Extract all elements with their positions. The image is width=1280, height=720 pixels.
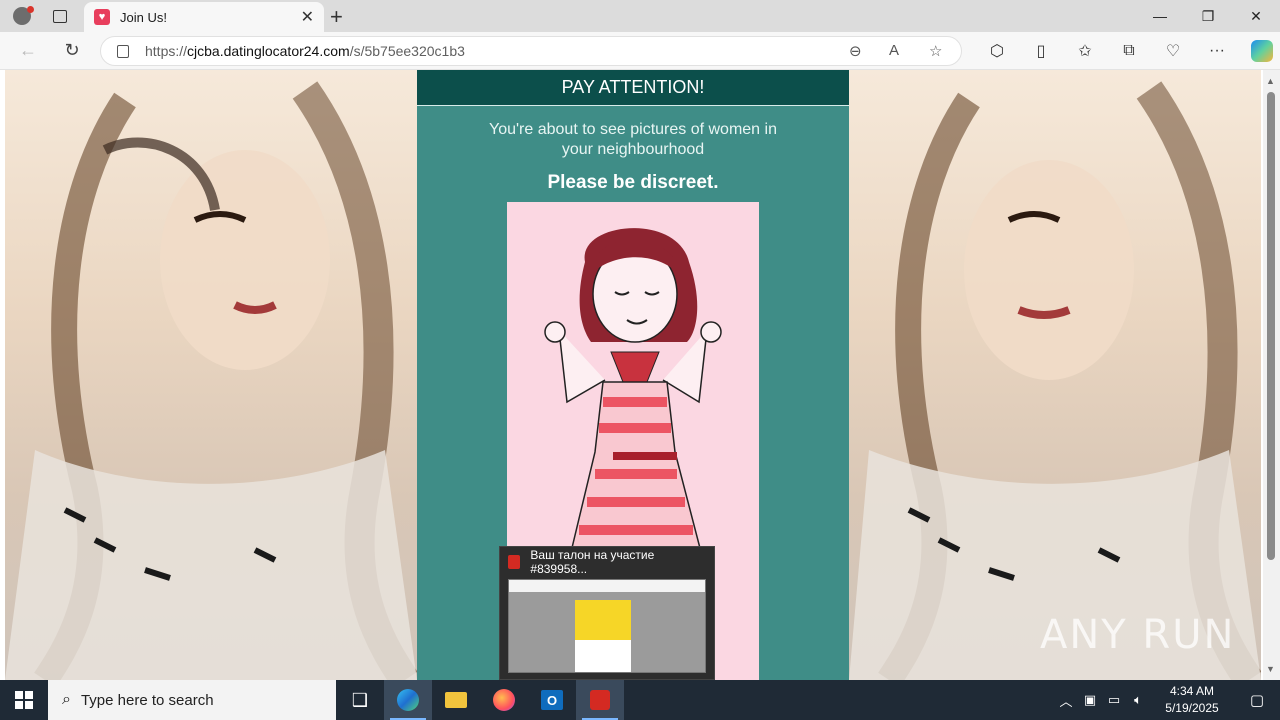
pdf-preview-thumbnail[interactable] (508, 579, 706, 673)
display-icon[interactable]: ▭ (1102, 692, 1126, 708)
page-scrollbar[interactable]: ▲ ▼ (1263, 70, 1280, 680)
outlook-icon[interactable]: O (528, 680, 576, 720)
extensions-icon[interactable]: ⬡ (975, 41, 1019, 61)
url-path: /s/5b75ee320c1b3 (349, 43, 465, 59)
url-host: cjcba.datinglocator24.com (187, 43, 350, 59)
favorite-star-icon[interactable]: ☆ (929, 42, 942, 60)
heart-favicon-icon: ♥ (94, 9, 110, 25)
restore-button[interactable]: ❐ (1184, 0, 1232, 32)
address-input[interactable]: https://cjcba.datinglocator24.com/s/5b75… (100, 36, 962, 66)
profile-button[interactable] (0, 0, 44, 32)
read-aloud-icon[interactable]: A (889, 42, 899, 59)
tab-actions-icon (53, 9, 67, 23)
warning-message: You're about to see pictures of women in… (489, 121, 777, 158)
url-scheme: https:// (145, 43, 188, 59)
collections-icon[interactable]: ⧉ (1107, 42, 1151, 60)
start-button[interactable] (0, 680, 48, 720)
acrobat-icon[interactable] (576, 680, 624, 720)
refresh-icon[interactable]: ↻ (52, 32, 92, 70)
task-view-icon[interactable]: ❑ (336, 680, 384, 720)
scroll-down-icon[interactable]: ▼ (1266, 664, 1275, 674)
search-icon: ⌕ (62, 691, 71, 708)
system-tray: ︿ ▣ ▭ 🔈︎ 4:34 AM 5/19/2025 ▢ (1054, 680, 1280, 720)
back-icon[interactable]: ← (8, 32, 48, 70)
clock[interactable]: 4:34 AM 5/19/2025 (1150, 683, 1234, 717)
windows-taskbar: ⌕ Type here to search ❑ O ︿ ▣ ▭ 🔈︎ 4:34 … (0, 680, 1280, 720)
edge-taskbar-icon[interactable] (384, 680, 432, 720)
pdf-icon (508, 555, 521, 569)
network-icon[interactable]: ▣ (1078, 692, 1102, 708)
notification-dot (27, 6, 34, 13)
zoom-out-icon[interactable]: ⊖ (849, 42, 862, 60)
copilot-icon[interactable] (1251, 40, 1273, 62)
file-explorer-icon[interactable] (432, 680, 480, 720)
clock-date: 5/19/2025 (1165, 701, 1219, 715)
firefox-icon[interactable] (480, 680, 528, 720)
split-screen-icon[interactable]: ▯ (1019, 41, 1063, 61)
tab-title: Join Us! (120, 9, 167, 25)
more-icon[interactable]: ··· (1195, 42, 1239, 60)
discreet-message: Please be discreet. (547, 172, 719, 193)
windows-logo-icon (15, 691, 33, 709)
minimize-button[interactable]: — (1136, 0, 1184, 32)
address-toolbar: ← ↻ https://cjcba.datinglocator24.com/s/… (0, 32, 1280, 70)
volume-icon[interactable]: 🔈︎ (1126, 692, 1150, 708)
popup-title: Ваш талон на участие #839958... (530, 548, 655, 576)
scroll-up-icon[interactable]: ▲ (1266, 76, 1275, 86)
lock-icon (117, 44, 129, 58)
browser-essentials-icon[interactable]: ♡ (1151, 41, 1195, 61)
notification-icon[interactable]: ▢ (1234, 691, 1280, 709)
favorites-icon[interactable]: ✩ (1063, 41, 1107, 61)
taskbar-thumbnail-popup[interactable]: Ваш талон на участие #839958... (499, 546, 715, 680)
tab-join-us[interactable]: ♥ Join Us! ✕ (84, 2, 324, 32)
page-title: PAY ATTENTION! (417, 70, 849, 106)
close-window-button[interactable]: ✕ (1232, 0, 1280, 32)
close-tab-icon[interactable]: ✕ (301, 7, 314, 27)
title-bar: ♥ Join Us! ✕ + — ❐ ✕ (0, 0, 1280, 32)
taskbar-search-box[interactable]: ⌕ Type here to search (48, 680, 336, 720)
tab-actions-button[interactable] (44, 0, 76, 32)
scroll-thumb[interactable] (1267, 92, 1275, 560)
right-portrait-image (849, 70, 1261, 680)
new-tab-icon[interactable]: + (330, 4, 343, 30)
left-portrait-image (5, 70, 417, 680)
chevron-up-icon[interactable]: ︿ (1054, 691, 1078, 710)
anyrun-watermark: ANY RUN (1040, 612, 1236, 658)
clock-time: 4:34 AM (1169, 684, 1215, 698)
search-placeholder: Type here to search (80, 691, 214, 709)
